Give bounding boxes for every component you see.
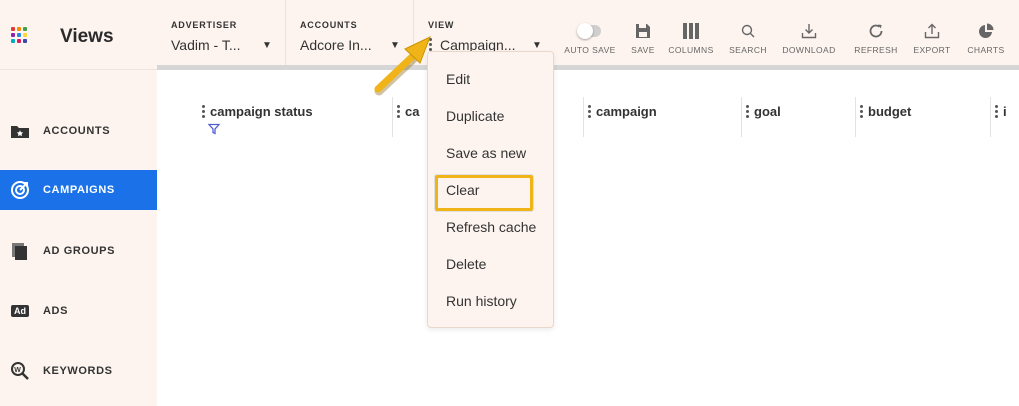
column-header-label: campaign bbox=[596, 104, 657, 119]
save-button[interactable]: SAVE bbox=[625, 0, 661, 65]
pie-chart-icon bbox=[978, 20, 994, 42]
tool-label: SAVE bbox=[631, 45, 655, 55]
column-header-truncated[interactable]: i bbox=[990, 97, 1019, 137]
sidebar: Views ACCOUNTS CAMPAIGNS AD GROUPS Ad AD… bbox=[0, 0, 157, 406]
toolbar: ADVERTISER Vadim - T... ▼ ACCOUNTS Adcor… bbox=[157, 0, 1019, 70]
view-label: VIEW bbox=[428, 20, 455, 30]
accounts-label: ACCOUNTS bbox=[300, 20, 358, 30]
charts-button[interactable]: CHARTS bbox=[963, 0, 1009, 65]
sidebar-item-accounts[interactable]: ACCOUNTS bbox=[0, 111, 157, 151]
sidebar-item-campaigns[interactable]: CAMPAIGNS bbox=[0, 170, 157, 210]
column-header-campaign[interactable]: campaign bbox=[583, 97, 741, 137]
app-window: Views ACCOUNTS CAMPAIGNS AD GROUPS Ad AD… bbox=[0, 0, 1019, 406]
advertiser-selector[interactable]: ADVERTISER Vadim - T... ▼ bbox=[157, 0, 286, 65]
tool-label: SEARCH bbox=[729, 45, 767, 55]
logo-square bbox=[23, 27, 27, 31]
sidebar-item-label: AD GROUPS bbox=[43, 245, 116, 257]
annotation-arrow-icon bbox=[374, 36, 431, 96]
columns-button[interactable]: COLUMNS bbox=[665, 0, 717, 65]
column-drag-handle-icon[interactable] bbox=[397, 105, 400, 120]
menu-item-edit[interactable]: Edit bbox=[428, 60, 553, 97]
tool-label: CHARTS bbox=[967, 45, 1005, 55]
menu-item-clear[interactable]: Clear bbox=[428, 171, 553, 211]
column-drag-handle-icon[interactable] bbox=[995, 105, 998, 120]
keyword-search-icon: W bbox=[10, 361, 30, 381]
search-button[interactable]: SEARCH bbox=[725, 0, 771, 65]
column-header-campaign-short[interactable]: ca bbox=[392, 97, 432, 137]
search-icon bbox=[741, 20, 755, 42]
filter-icon[interactable] bbox=[208, 123, 220, 135]
sidebar-item-label: CAMPAIGNS bbox=[43, 184, 115, 196]
chevron-down-icon: ▼ bbox=[262, 40, 272, 51]
sidebar-item-label: KEYWORDS bbox=[43, 365, 113, 377]
tool-label: COLUMNS bbox=[668, 45, 714, 55]
logo-square bbox=[17, 33, 21, 37]
menu-item-run-history[interactable]: Run history bbox=[428, 282, 553, 319]
chevron-down-icon: ▼ bbox=[532, 40, 542, 51]
svg-text:W: W bbox=[14, 367, 21, 374]
column-drag-handle-icon[interactable] bbox=[588, 105, 591, 120]
sidebar-item-ad-groups[interactable]: AD GROUPS bbox=[0, 231, 157, 271]
columns-icon bbox=[682, 20, 700, 42]
logo-square bbox=[11, 33, 15, 37]
column-header-label: i bbox=[1003, 104, 1007, 119]
page-title: Views bbox=[60, 26, 114, 47]
column-header-campaign-status[interactable]: campaign status bbox=[198, 97, 392, 137]
menu-item-refresh-cache[interactable]: Refresh cache bbox=[428, 208, 553, 245]
floppy-disk-icon bbox=[635, 20, 651, 42]
column-header-label: campaign status bbox=[210, 104, 313, 119]
column-drag-handle-icon[interactable] bbox=[202, 105, 205, 120]
refresh-button[interactable]: REFRESH bbox=[850, 0, 902, 65]
download-button[interactable]: DOWNLOAD bbox=[778, 0, 840, 65]
logo-square bbox=[11, 27, 15, 31]
toggle-icon[interactable] bbox=[577, 23, 601, 39]
column-drag-handle-icon[interactable] bbox=[860, 105, 863, 120]
folder-star-icon bbox=[10, 121, 30, 141]
export-button[interactable]: EXPORT bbox=[909, 0, 955, 65]
advertiser-label: ADVERTISER bbox=[171, 20, 238, 30]
logo-square bbox=[11, 39, 15, 43]
auto-save-toggle[interactable]: AUTO SAVE bbox=[555, 0, 625, 65]
ad-badge-icon: Ad bbox=[10, 301, 30, 321]
tool-label: REFRESH bbox=[854, 45, 898, 55]
logo-square bbox=[23, 39, 27, 43]
target-icon bbox=[10, 180, 30, 200]
column-header-label: goal bbox=[754, 104, 781, 119]
sidebar-item-label: ACCOUNTS bbox=[43, 125, 111, 137]
logo-square bbox=[23, 33, 27, 37]
tool-label: AUTO SAVE bbox=[564, 45, 616, 55]
apps-grid-icon[interactable] bbox=[11, 27, 27, 43]
column-header-goal[interactable]: goal bbox=[741, 97, 855, 137]
download-icon bbox=[801, 20, 817, 42]
tool-label: EXPORT bbox=[913, 45, 951, 55]
column-header-label: ca bbox=[405, 104, 420, 119]
menu-item-duplicate[interactable]: Duplicate bbox=[428, 97, 553, 134]
column-header-label: budget bbox=[868, 104, 912, 119]
advertiser-value: Vadim - T... bbox=[171, 37, 241, 53]
column-header-budget[interactable]: budget bbox=[855, 97, 990, 137]
menu-item-save-as-new[interactable]: Save as new bbox=[428, 134, 553, 171]
stacked-pages-icon bbox=[10, 241, 30, 261]
logo-square bbox=[17, 27, 21, 31]
sidebar-item-label: ADS bbox=[43, 305, 69, 317]
sidebar-item-keywords[interactable]: W KEYWORDS bbox=[0, 351, 157, 391]
accounts-value: Adcore In... bbox=[300, 37, 372, 53]
column-drag-handle-icon[interactable] bbox=[746, 105, 749, 120]
view-options-menu: Edit Duplicate Save as new Clear Refresh… bbox=[427, 51, 554, 328]
tool-label: DOWNLOAD bbox=[782, 45, 836, 55]
brand-header: Views bbox=[0, 0, 157, 70]
sidebar-item-ads[interactable]: Ad ADS bbox=[0, 291, 157, 331]
menu-item-delete[interactable]: Delete bbox=[428, 245, 553, 282]
logo-square bbox=[17, 39, 21, 43]
refresh-icon bbox=[868, 20, 884, 42]
export-icon bbox=[924, 20, 940, 42]
